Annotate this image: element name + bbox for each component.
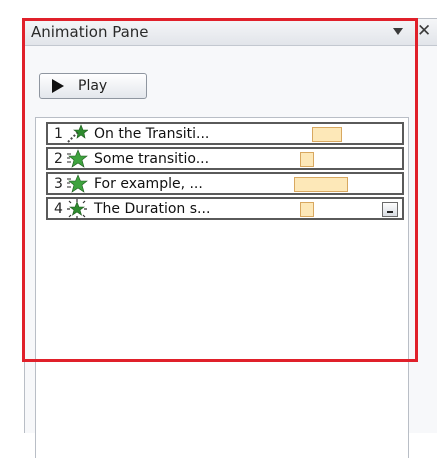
item-number: 1 xyxy=(54,126,63,142)
animation-pane: Animation Pane ✕ Play 1 On the Transiti.… xyxy=(24,18,437,458)
item-description: Some transitio... xyxy=(94,151,210,167)
item-number: 2 xyxy=(54,151,63,167)
close-icon[interactable]: ✕ xyxy=(417,21,431,41)
burst-star-icon xyxy=(67,199,87,219)
fade-star-icon xyxy=(67,149,88,168)
item-dropdown-button[interactable] xyxy=(382,202,398,217)
animation-item-4[interactable]: 4 The Duration s... xyxy=(46,197,404,220)
fly-in-star-icon xyxy=(67,124,88,143)
pane-title-bar: Animation Pane ✕ xyxy=(25,19,437,46)
animation-item-1[interactable]: 1 On the Transiti... xyxy=(46,122,404,145)
animation-item-3[interactable]: 3 For example, ... xyxy=(46,172,404,195)
item-description: For example, ... xyxy=(94,176,203,192)
timing-bar[interactable] xyxy=(294,177,348,192)
timing-bar[interactable] xyxy=(312,127,342,142)
animation-item-2[interactable]: 2 Some transitio... xyxy=(46,147,404,170)
timing-bar[interactable] xyxy=(300,152,314,167)
fade-star-icon xyxy=(67,174,88,193)
play-button[interactable]: Play xyxy=(39,73,147,99)
timing-bar[interactable] xyxy=(300,202,314,217)
animation-list: 1 On the Transiti... 2 Some transitio...… xyxy=(35,117,409,458)
play-icon xyxy=(52,79,64,93)
item-number: 4 xyxy=(54,201,63,217)
pane-title: Animation Pane xyxy=(31,23,149,41)
pane-options-dropdown-icon[interactable] xyxy=(393,28,403,35)
item-description: On the Transiti... xyxy=(94,126,210,142)
play-label: Play xyxy=(78,78,108,94)
item-description: The Duration s... xyxy=(94,201,211,217)
item-number: 3 xyxy=(54,176,63,192)
